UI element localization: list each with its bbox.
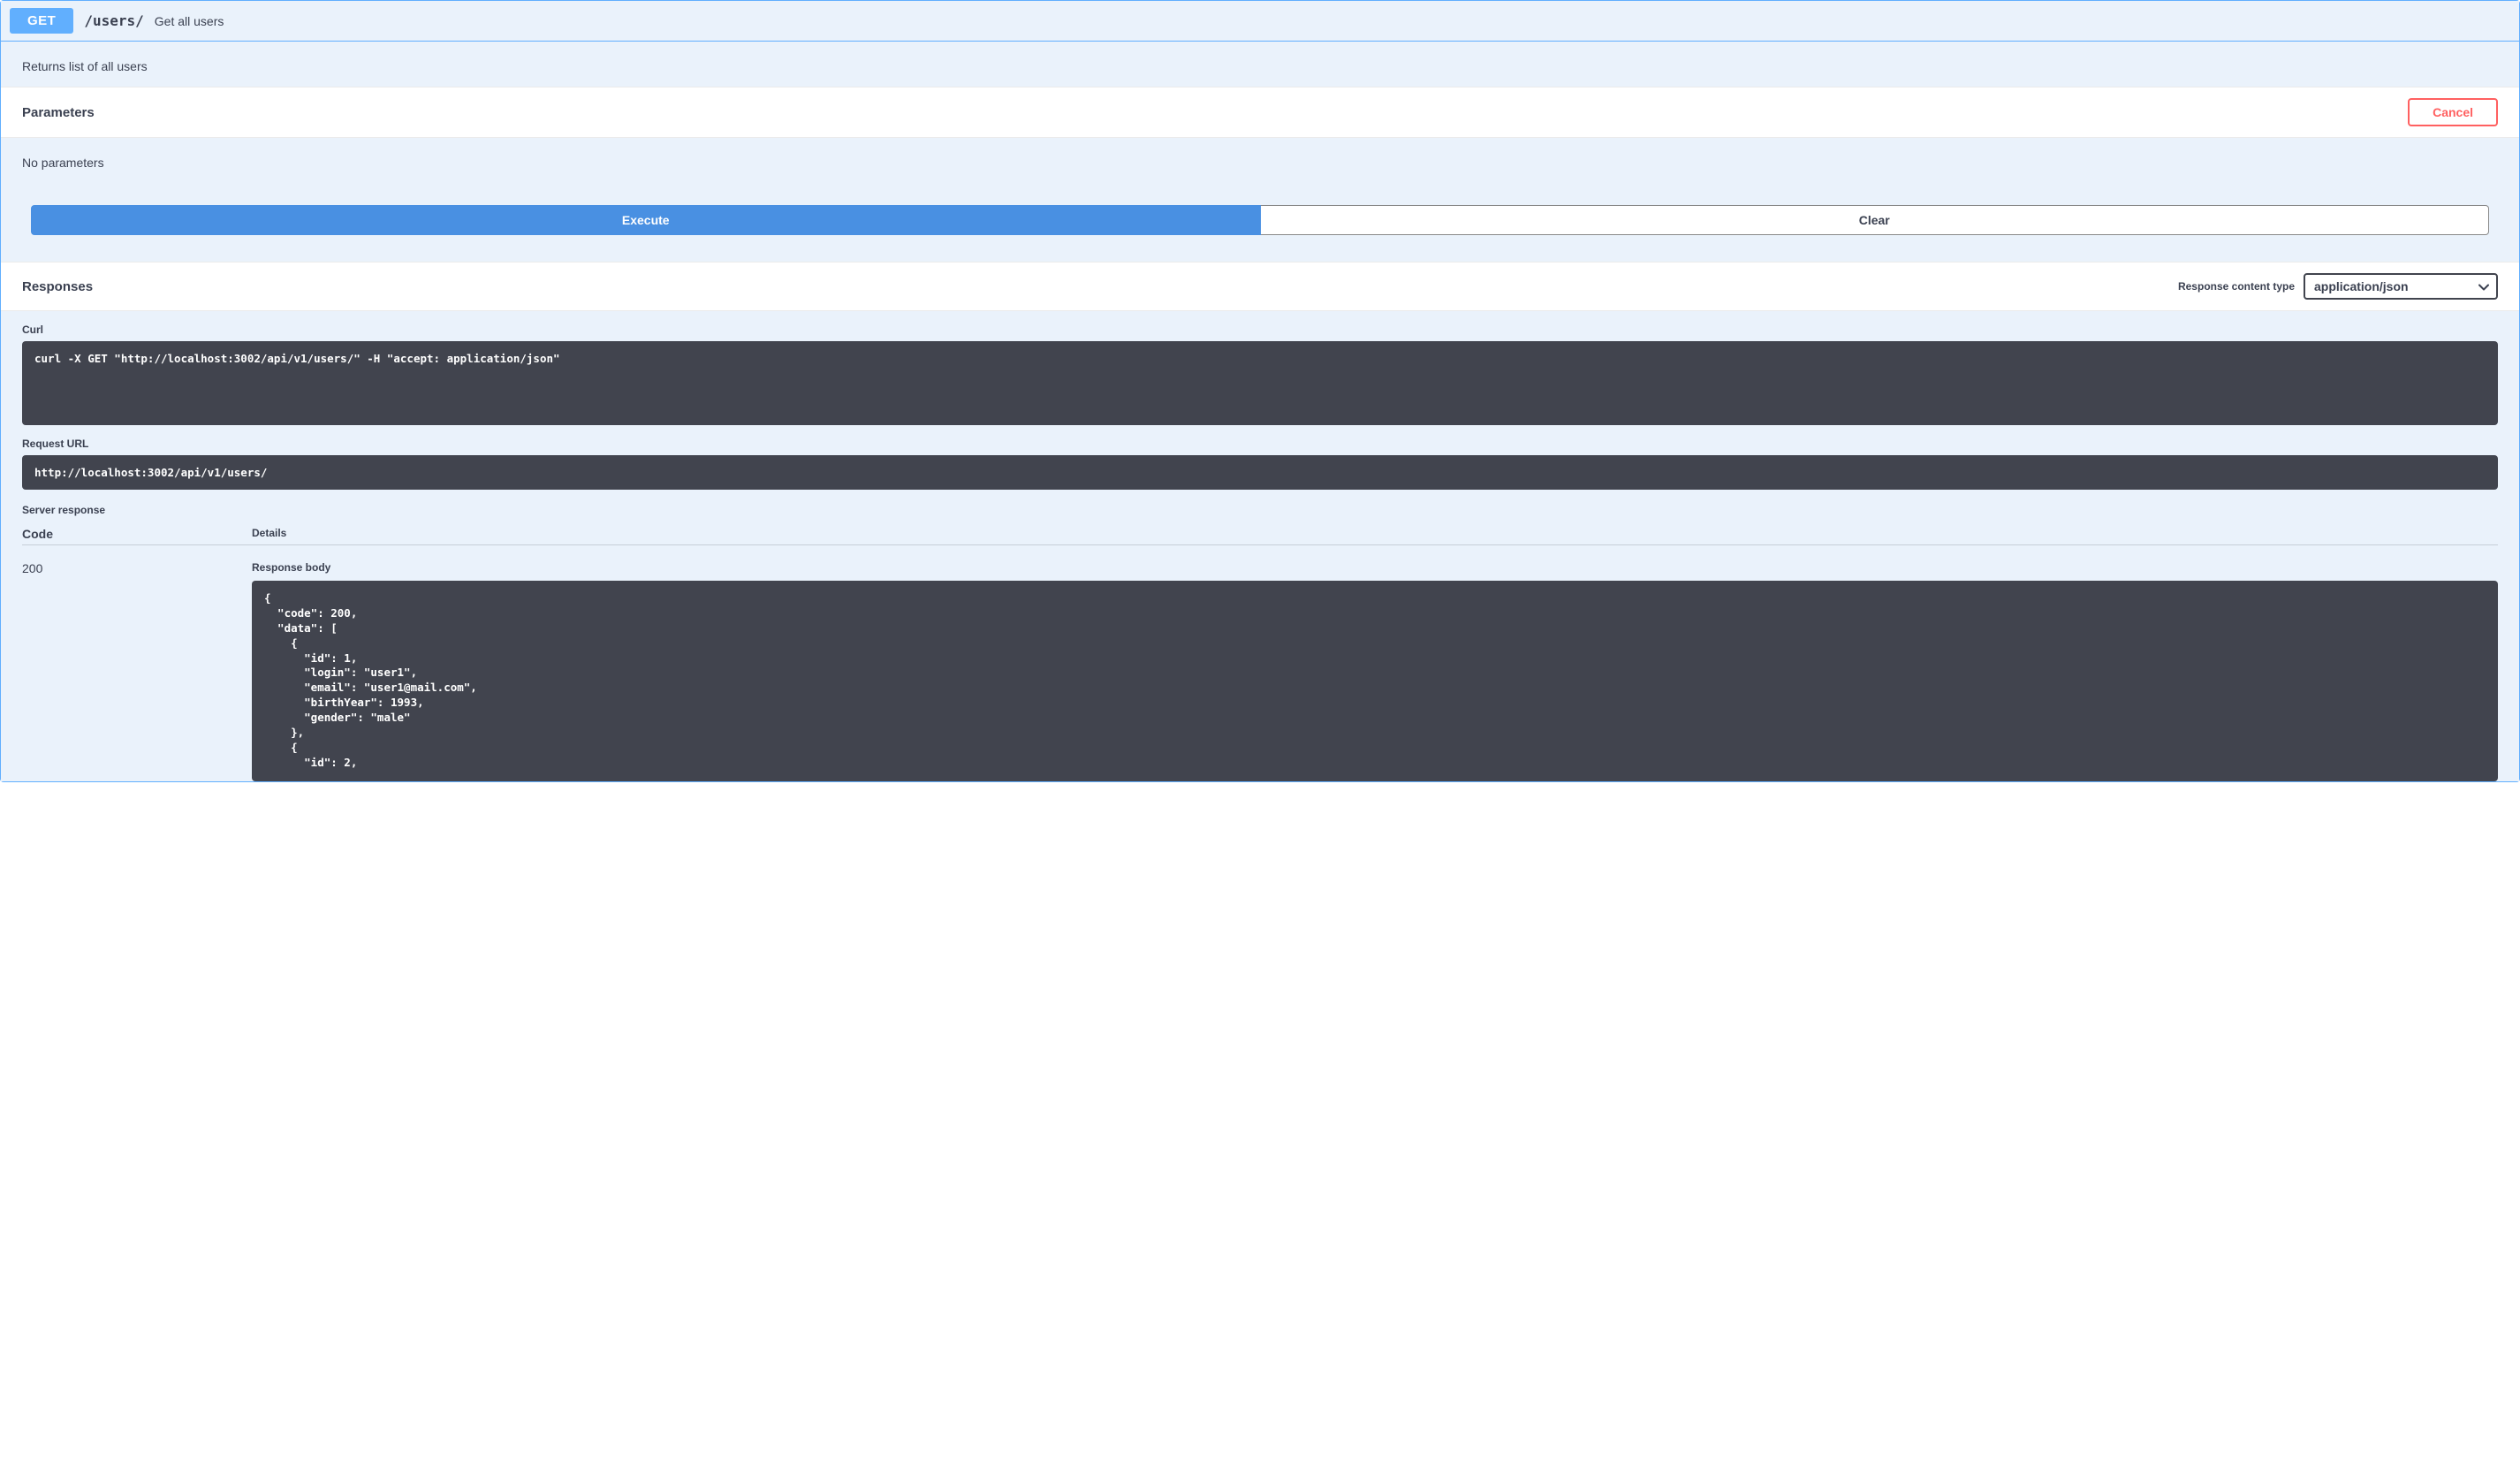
response-row: 200 Response body { "code": 200, "data":…	[1, 545, 2519, 781]
content-type-select-wrap: application/json	[2304, 273, 2498, 300]
content-type-group: Response content type application/json	[2178, 273, 2498, 300]
parameters-header-row: Parameters Cancel	[1, 87, 2519, 138]
action-button-row: Execute Clear	[1, 179, 2519, 262]
response-details: Response body { "code": 200, "data": [ {…	[252, 561, 2498, 781]
content-type-label: Response content type	[2178, 280, 2295, 293]
endpoint-body: Returns list of all users Parameters Can…	[1, 42, 2519, 781]
endpoint-path: /users/	[84, 12, 143, 29]
execute-button[interactable]: Execute	[31, 205, 1261, 235]
endpoint-summary: Get all users	[155, 14, 224, 28]
content-type-select[interactable]: application/json	[2304, 273, 2498, 300]
curl-label: Curl	[1, 311, 2519, 341]
no-parameters-text: No parameters	[1, 138, 2519, 179]
responses-header-row: Responses Response content type applicat…	[1, 262, 2519, 311]
method-badge: GET	[10, 8, 73, 34]
details-column-header: Details	[252, 527, 2498, 541]
endpoint-panel: GET /users/ Get all users Returns list o…	[0, 0, 2520, 782]
response-code: 200	[22, 561, 252, 781]
endpoint-header[interactable]: GET /users/ Get all users	[1, 1, 2519, 42]
request-url-value: http://localhost:3002/api/v1/users/	[22, 455, 2498, 490]
code-column-header: Code	[22, 527, 252, 541]
response-body: { "code": 200, "data": [ { "id": 1, "log…	[252, 581, 2498, 781]
cancel-button[interactable]: Cancel	[2408, 98, 2498, 126]
request-url-label: Request URL	[1, 425, 2519, 455]
response-body-label: Response body	[252, 561, 2498, 574]
parameters-title: Parameters	[22, 105, 95, 120]
server-response-label: Server response	[1, 490, 2519, 518]
endpoint-description: Returns list of all users	[1, 42, 2519, 87]
responses-title: Responses	[22, 279, 93, 294]
curl-command: curl -X GET "http://localhost:3002/api/v…	[22, 341, 2498, 425]
clear-button[interactable]: Clear	[1261, 205, 2490, 235]
